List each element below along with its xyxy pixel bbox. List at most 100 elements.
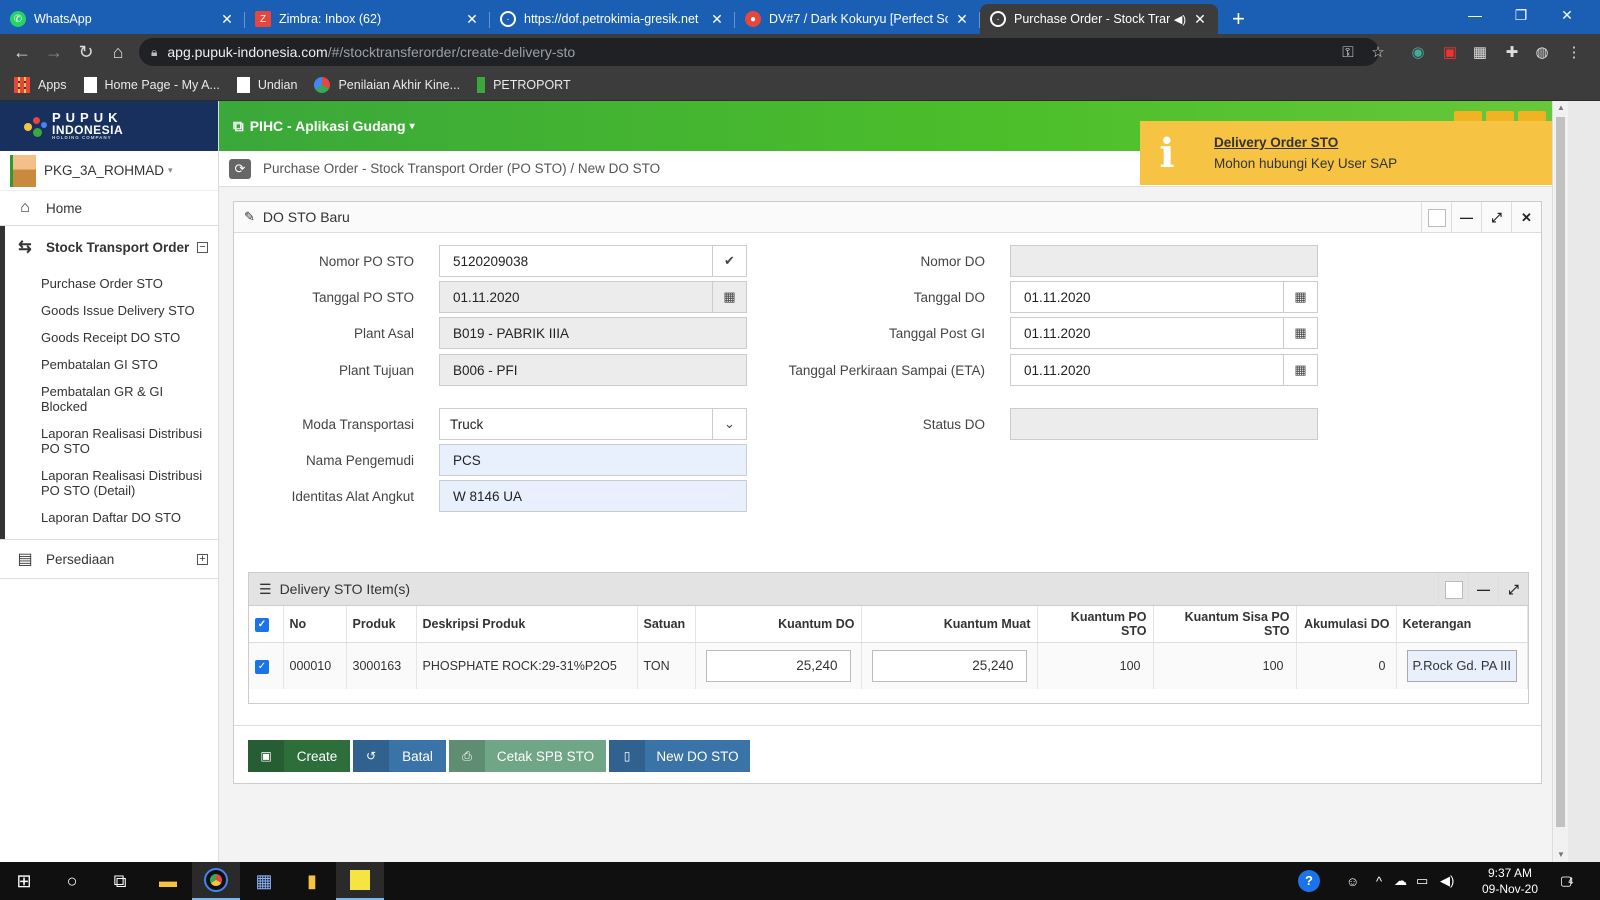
search-icon[interactable]: ○ [48, 862, 96, 900]
windows-start-icon[interactable]: ⊞ [0, 862, 48, 900]
col-satuan[interactable]: Satuan [637, 606, 696, 643]
toast-notification[interactable]: i Delivery Order STO Mohon hubungi Key U… [1140, 121, 1553, 185]
scroll-down-icon[interactable]: ▼ [1553, 848, 1569, 862]
speaker-icon[interactable]: ◀) [1174, 13, 1186, 26]
task-view-icon[interactable]: ⧉ [96, 862, 144, 900]
alat-angkut-input[interactable]: W 8146 UA [439, 480, 747, 512]
chevron-down-icon[interactable]: ⌄ [712, 409, 746, 439]
minimize-panel-icon[interactable]: — [1451, 202, 1481, 233]
panel-color-button[interactable] [1421, 202, 1451, 233]
expand-panel-icon[interactable]: ⤢ [1498, 573, 1528, 606]
kuantum-muat-input[interactable]: 25,240 [871, 649, 1027, 682]
col-deskripsi[interactable]: Deskripsi Produk [416, 606, 638, 643]
check-icon[interactable]: ✔ [712, 246, 746, 276]
sidebar-subitem-laporan-realisasi-detail[interactable]: Laporan Realisasi Distribusi PO STO (Det… [5, 462, 218, 504]
app-title[interactable]: PIHC - Aplikasi Gudang [250, 118, 406, 134]
pengemudi-input[interactable]: PCS [439, 444, 747, 476]
sidebar-subitem-pembatalan-gi[interactable]: Pembatalan GI STO [5, 351, 218, 378]
row-checkbox[interactable]: ✓ [255, 659, 269, 674]
volume-icon[interactable]: ◀) [1440, 862, 1454, 900]
nomor-po-field[interactable]: 5120209038 ✔ [439, 245, 747, 277]
new-do-sto-button[interactable]: ▯ New DO STO [609, 740, 750, 772]
sidebar-subitem-laporan-realisasi[interactable]: Laporan Realisasi Distribusi PO STO [5, 420, 218, 462]
power-bi-icon[interactable]: ▮ [288, 862, 336, 900]
extension-translate-icon[interactable]: ◉ [1404, 38, 1432, 66]
pupuk-indonesia-logo[interactable]: PUPUK INDONESIA HOLDING COMPANY [0, 101, 218, 151]
expand-icon[interactable]: + [197, 553, 208, 565]
moda-select[interactable]: Truck ⌄ [439, 408, 747, 440]
panel-color-button[interactable] [1438, 573, 1468, 606]
status-do-field[interactable] [1010, 408, 1318, 440]
close-icon[interactable]: ✕ [709, 11, 725, 28]
forward-icon[interactable]: → [38, 36, 70, 68]
sidebar-item-stock-transport-order[interactable]: ⇆ Stock Transport Order − [5, 226, 218, 268]
tab-whatsapp[interactable]: ✆ WhatsApp ✕ [0, 4, 245, 34]
sidebar-subitem-goods-receipt[interactable]: Goods Receipt DO STO [5, 324, 218, 351]
scroll-thumb[interactable] [1556, 117, 1565, 827]
plant-asal-field[interactable]: B019 - PABRIK IIIA [439, 317, 747, 349]
minimize-panel-icon[interactable]: — [1468, 573, 1498, 606]
col-kuantum-do[interactable]: Kuantum DO [695, 606, 862, 643]
calendar-icon[interactable]: ▦ [1283, 282, 1317, 312]
col-no[interactable]: No [283, 606, 347, 643]
calculator-icon[interactable]: ▦ [240, 862, 288, 900]
calendar-icon[interactable]: ▦ [1283, 355, 1317, 385]
chrome-menu-icon[interactable]: ⋮ [1560, 38, 1588, 66]
minimize-icon[interactable]: — [1452, 0, 1498, 30]
sidebar-item-persediaan[interactable]: ▤ Persediaan + [0, 540, 218, 578]
close-panel-icon[interactable]: ✕ [1511, 202, 1541, 233]
col-kuantum-po[interactable]: Kuantum PO STO [1037, 606, 1154, 643]
collapse-icon[interactable]: − [197, 241, 208, 253]
bookmark-penilaian[interactable]: Penilaian Akhir Kine... [314, 77, 460, 93]
help-icon[interactable]: ? [1298, 862, 1320, 900]
tanggal-do-field[interactable]: 01.11.2020 ▦ [1010, 281, 1318, 313]
tab-dark-kokuryu[interactable]: ● DV#7 / Dark Kokuryu [Perfect Sc ✕ [735, 4, 980, 34]
scroll-up-icon[interactable]: ▲ [1553, 101, 1569, 115]
sidebar-subitem-laporan-daftar-do[interactable]: Laporan Daftar DO STO [5, 504, 218, 531]
network-icon[interactable]: ▭ [1416, 862, 1428, 900]
nomor-do-field[interactable] [1010, 245, 1318, 277]
sidebar-item-home[interactable]: ⌂ Home [0, 191, 218, 225]
new-tab-button[interactable]: + [1218, 4, 1259, 34]
bookmark-apps[interactable]: Apps [14, 77, 67, 93]
col-kuantum-muat[interactable]: Kuantum Muat [861, 606, 1038, 643]
create-button[interactable]: ▣ Create [248, 740, 350, 772]
key-icon[interactable]: ⚿ [1334, 38, 1362, 66]
col-produk[interactable]: Produk [346, 606, 417, 643]
calendar-icon[interactable]: ▦ [712, 282, 746, 312]
plant-tujuan-field[interactable]: B006 - PFI [439, 354, 747, 386]
close-icon[interactable]: ✕ [954, 11, 970, 28]
cetak-spb-button[interactable]: ⎙ Cetak SPB STO [449, 740, 606, 772]
sidebar-subitem-pembatalan-gr-gi[interactable]: Pembatalan GR & GI Blocked [5, 378, 218, 420]
keterangan-input[interactable]: P.Rock Gd. PA III [1406, 649, 1517, 682]
calendar-icon[interactable]: ▦ [1283, 318, 1317, 348]
col-sisa-po[interactable]: Kuantum Sisa PO STO [1153, 606, 1297, 643]
bookmark-home-page[interactable]: Home Page - My A... [83, 77, 220, 93]
extension-dark-icon[interactable]: ▦ [1466, 38, 1494, 66]
bookmark-star-icon[interactable]: ☆ [1364, 38, 1392, 66]
clock[interactable]: 9:37 AM 09-Nov-20 [1470, 865, 1550, 897]
tab-petrokimia[interactable]: · https://dof.petrokimia-gresik.net ✕ [490, 4, 735, 34]
sidebar-subitem-goods-issue[interactable]: Goods Issue Delivery STO [5, 297, 218, 324]
home-icon[interactable]: ⌂ [102, 36, 134, 68]
close-icon[interactable]: ✕ [1192, 11, 1208, 28]
col-keterangan[interactable]: Keterangan [1396, 606, 1528, 643]
close-icon[interactable]: ✕ [219, 11, 235, 28]
sticky-notes-icon[interactable] [336, 862, 384, 900]
close-window-icon[interactable]: ✕ [1544, 0, 1590, 30]
reload-icon[interactable]: ↻ [70, 36, 102, 68]
bookmark-petroport[interactable]: PETROPORT [477, 77, 571, 93]
tanggal-po-field[interactable]: 01.11.2020 ▦ [439, 281, 747, 313]
bookmark-undian[interactable]: Undian [236, 77, 297, 93]
restore-icon[interactable]: ❐ [1498, 0, 1544, 30]
tab-zimbra[interactable]: Z Zimbra: Inbox (62) ✕ [245, 4, 490, 34]
refresh-icon[interactable]: ⟳ [229, 158, 251, 179]
sidebar-subitem-purchase-order-sto[interactable]: Purchase Order STO [5, 270, 218, 297]
extension-red-icon[interactable]: ▣ [1436, 38, 1464, 66]
notification-center-icon[interactable]: ▢ 4 [1560, 862, 1573, 900]
people-icon[interactable]: ☺ [1346, 862, 1359, 900]
batal-button[interactable]: ↺ Batal [353, 740, 446, 772]
expand-panel-icon[interactable]: ⤢ [1481, 202, 1511, 233]
close-icon[interactable]: ✕ [464, 11, 480, 28]
onedrive-icon[interactable]: ☁ [1394, 862, 1407, 900]
